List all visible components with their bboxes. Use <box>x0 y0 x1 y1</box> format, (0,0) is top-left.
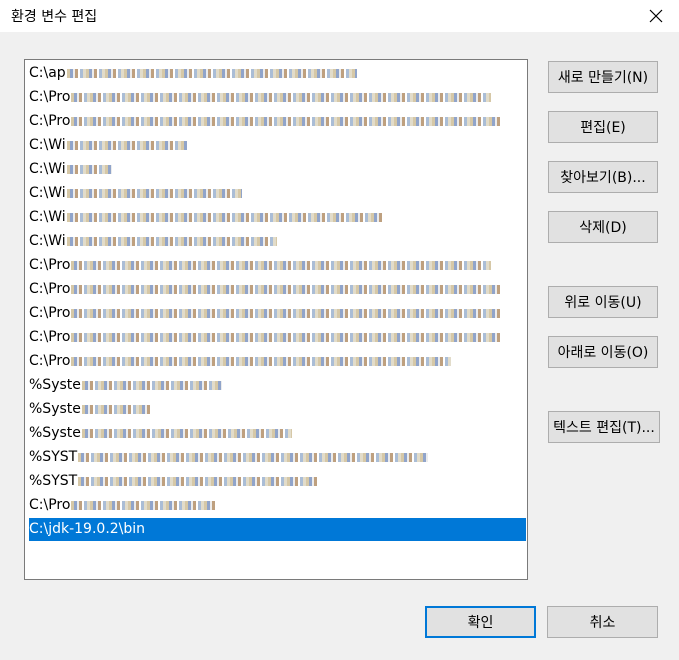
redacted-text <box>66 212 382 222</box>
redacted-text <box>66 68 357 78</box>
list-item[interactable]: C:\Pro <box>29 278 526 301</box>
redacted-text <box>78 452 429 462</box>
edit-text-button[interactable]: 텍스트 편집(T)... <box>548 411 660 443</box>
redacted-text <box>66 188 242 198</box>
delete-button[interactable]: 삭제(D) <box>548 211 658 243</box>
redacted-text <box>71 308 502 318</box>
window-title: 환경 변수 편집 <box>11 9 98 25</box>
list-item[interactable]: %Syste <box>29 374 526 397</box>
redacted-text <box>71 92 492 102</box>
move-up-button[interactable]: 위로 이동(U) <box>548 286 658 318</box>
list-item[interactable]: C:\Pro <box>29 254 526 277</box>
ok-button[interactable]: 확인 <box>425 606 536 638</box>
edit-button[interactable]: 편집(E) <box>548 111 658 143</box>
list-item[interactable]: C:\Pro <box>29 494 526 517</box>
close-button[interactable] <box>633 0 679 32</box>
redacted-text <box>71 332 502 342</box>
list-item[interactable]: C:\Pro <box>29 110 526 133</box>
list-item[interactable]: %Syste <box>29 398 526 421</box>
redacted-text <box>71 116 502 126</box>
redacted-text <box>71 356 452 366</box>
redacted-text <box>71 284 502 294</box>
redacted-text <box>81 404 152 414</box>
list-item[interactable]: C:\Wi <box>29 134 526 157</box>
new-button[interactable]: 새로 만들기(N) <box>548 61 658 93</box>
list-item[interactable]: C:\Wi <box>29 158 526 181</box>
list-item[interactable]: %Syste <box>29 422 526 445</box>
redacted-text <box>81 380 222 390</box>
list-item[interactable]: C:\Pro <box>29 302 526 325</box>
list-item-selected[interactable]: C:\jdk-19.0.2\bin <box>29 518 526 541</box>
redacted-text <box>66 236 277 246</box>
cancel-button[interactable]: 취소 <box>547 606 658 638</box>
move-down-button[interactable]: 아래로 이동(O) <box>548 336 658 368</box>
list-item[interactable]: %SYST <box>29 470 526 493</box>
redacted-text <box>66 164 112 174</box>
list-item[interactable]: C:\Wi <box>29 230 526 253</box>
redacted-text <box>71 260 492 270</box>
path-list[interactable]: C:\ap C:\Pro C:\Pro C:\Wi C:\Wi C:\Wi C:… <box>24 59 528 580</box>
list-item[interactable]: C:\Wi <box>29 206 526 229</box>
redacted-text <box>78 476 319 486</box>
list-item[interactable]: C:\Wi <box>29 182 526 205</box>
close-icon <box>649 9 663 23</box>
redacted-text <box>71 500 217 510</box>
redacted-text <box>66 140 187 150</box>
list-item[interactable]: C:\ap <box>29 62 526 85</box>
redacted-text <box>81 428 292 438</box>
list-item[interactable]: C:\Pro <box>29 350 526 373</box>
browse-button[interactable]: 찾아보기(B)... <box>548 161 658 193</box>
title-bar: 환경 변수 편집 <box>0 0 679 32</box>
list-item[interactable]: C:\Pro <box>29 326 526 349</box>
list-item[interactable]: C:\Pro <box>29 86 526 109</box>
list-item[interactable]: %SYST <box>29 446 526 469</box>
